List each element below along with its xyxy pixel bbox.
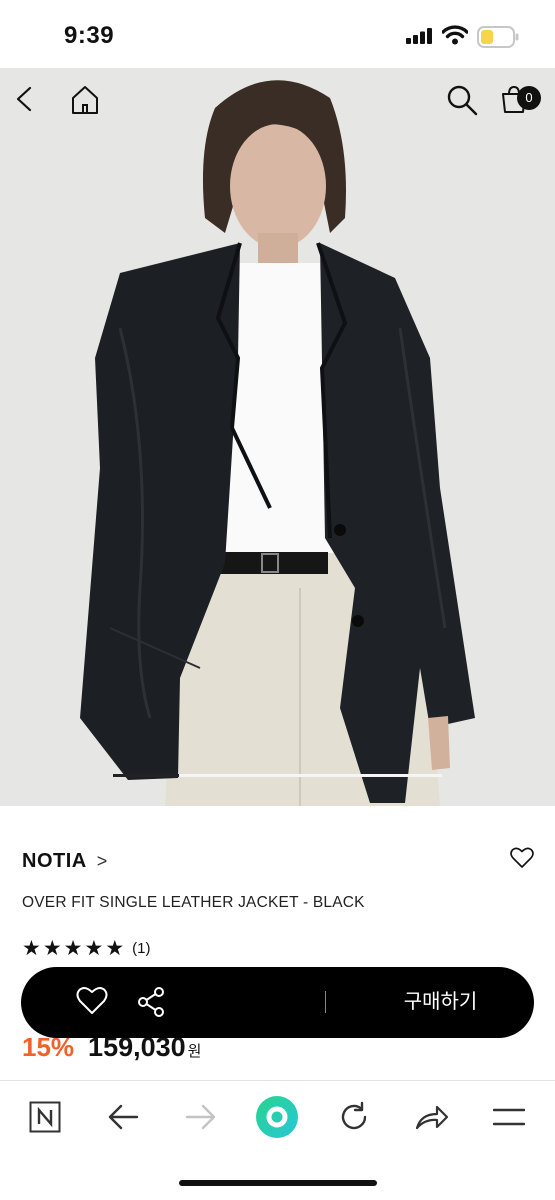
battery-icon bbox=[477, 26, 519, 48]
star-icon: ★ bbox=[42, 937, 62, 960]
purchase-bar: 구매하기 bbox=[21, 967, 534, 1038]
review-count: (1) bbox=[132, 940, 151, 957]
divider bbox=[325, 991, 326, 1013]
menu-icon[interactable] bbox=[493, 1107, 525, 1127]
buy-button[interactable]: 구매하기 bbox=[347, 967, 534, 1038]
arrow-forward-icon[interactable] bbox=[185, 1103, 217, 1131]
search-icon[interactable] bbox=[446, 84, 478, 116]
back-icon[interactable] bbox=[12, 86, 38, 112]
wishlist-heart-icon[interactable] bbox=[510, 847, 534, 869]
brand-link[interactable]: NOTIA > bbox=[22, 850, 107, 873]
status-bar: 9:39 bbox=[0, 0, 555, 68]
product-photo-illustration bbox=[0, 68, 555, 806]
currency-unit: 원 bbox=[187, 1043, 202, 1060]
status-time: 9:39 bbox=[64, 22, 115, 49]
arrow-back-icon[interactable] bbox=[107, 1103, 139, 1131]
star-icon: ★ bbox=[105, 937, 125, 960]
brand-name: NOTIA bbox=[22, 850, 87, 872]
green-dot-home-icon[interactable] bbox=[255, 1095, 299, 1139]
product-name: OVER FIT SINGLE LEATHER JACKET - BLACK bbox=[22, 894, 365, 911]
star-icon: ★ bbox=[63, 937, 83, 960]
share-forward-icon[interactable] bbox=[415, 1103, 449, 1131]
gallery-indicator-active bbox=[113, 774, 179, 777]
star-icon: ★ bbox=[22, 937, 41, 960]
wifi-icon bbox=[442, 25, 468, 45]
product-image[interactable] bbox=[0, 68, 555, 806]
home-indicator bbox=[179, 1180, 377, 1186]
chevron-right-icon: > bbox=[96, 851, 108, 871]
cellular-signal-icon bbox=[406, 28, 432, 44]
star-icon: ★ bbox=[84, 937, 104, 960]
home-icon[interactable] bbox=[70, 85, 100, 115]
share-icon[interactable] bbox=[137, 987, 165, 1017]
wishlist-heart-icon[interactable] bbox=[76, 986, 108, 1016]
rating[interactable]: ★ ★ ★ ★ ★ (1) bbox=[22, 938, 150, 959]
refresh-icon[interactable] bbox=[338, 1101, 370, 1133]
naver-n-icon[interactable] bbox=[29, 1101, 61, 1133]
cart-count-badge: 0 bbox=[517, 86, 541, 110]
